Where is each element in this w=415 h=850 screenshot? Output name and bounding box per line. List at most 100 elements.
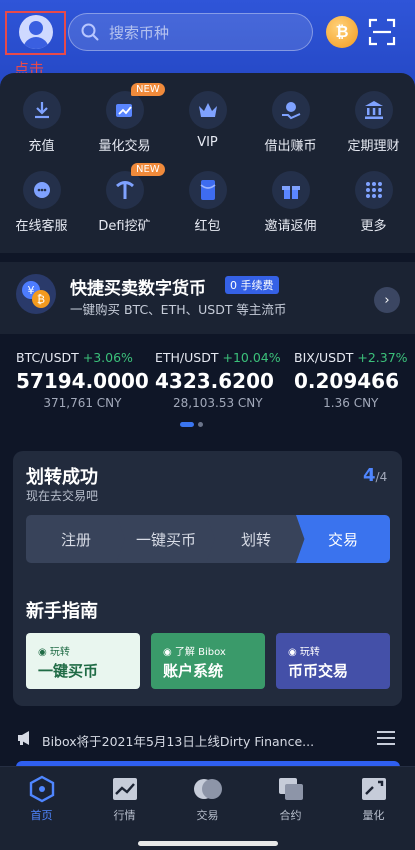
step-transfer[interactable]: 划转 xyxy=(206,515,306,563)
guide-card-title: 账户系统 xyxy=(163,662,224,680)
onboarding-subtitle: 现在去交易吧 xyxy=(26,489,99,503)
feature-item[interactable]: 邀请返佣 xyxy=(249,171,332,234)
feature-item[interactable]: 更多 xyxy=(332,171,415,234)
tab-label: 交易 xyxy=(196,809,219,822)
ticker-change: +2.37% xyxy=(357,350,408,365)
guide-card[interactable]: ◉ 玩转一键买币 xyxy=(26,633,140,689)
ticker-pair: BIX/USDT xyxy=(294,350,354,365)
megaphone-icon xyxy=(18,731,29,745)
avatar-highlight[interactable] xyxy=(5,11,66,55)
chevron-right-icon[interactable]: › xyxy=(374,287,400,313)
feature-label: 更多 xyxy=(360,219,387,234)
announcement-bar[interactable]: Bibox将于2021年5月13日上线Dirty Finance... xyxy=(0,715,415,760)
feature-item[interactable]: 定期理财 xyxy=(332,91,415,154)
support-icon xyxy=(22,171,61,209)
ticker-price: 0.209466 xyxy=(294,369,400,393)
trade-icon xyxy=(193,775,223,803)
quick-buy-title: 快捷买卖数字货币 xyxy=(70,279,206,299)
ticker-price: 4323.6200 xyxy=(155,369,274,393)
beginner-guide-title: 新手指南 xyxy=(26,601,98,622)
avatar[interactable] xyxy=(19,15,53,49)
feature-label: VIP xyxy=(197,135,218,150)
contract-icon xyxy=(276,775,306,803)
tab-item[interactable]: 合约 xyxy=(249,775,332,823)
ticker-change: +3.06% xyxy=(82,350,133,365)
ticker-cny: 1.36 CNY xyxy=(323,396,379,410)
feature-label: 在线客服 xyxy=(15,219,68,234)
feature-item[interactable]: 充值 xyxy=(0,91,83,154)
crown-icon xyxy=(188,91,227,129)
feature-item[interactable]: VIP xyxy=(166,91,249,150)
feature-item[interactable]: 在线客服 xyxy=(0,171,83,234)
quant-icon xyxy=(359,775,389,803)
guide-card-kicker: ◉ 玩转 xyxy=(288,647,320,658)
tab-label: 合约 xyxy=(279,809,302,822)
lend-icon xyxy=(271,91,310,129)
guide-card[interactable]: ◉ 玩转币币交易 xyxy=(276,633,390,689)
home-indicator xyxy=(138,841,278,846)
search-icon xyxy=(81,23,99,41)
search-input[interactable]: 搜索币种 xyxy=(68,13,313,51)
ticker-price: 57194.0000 xyxy=(16,369,149,393)
announcement-text: Bibox将于2021年5月13日上线Dirty Finance... xyxy=(42,734,315,749)
page-indicator xyxy=(180,422,203,427)
ticker-cny: 371,761 CNY xyxy=(43,396,122,410)
zero-fee-badge: 0 手续费 xyxy=(225,276,279,294)
tab-item[interactable]: 交易 xyxy=(166,775,249,823)
home-icon xyxy=(27,775,57,803)
bitcoin-coin-icon[interactable]: ₿ xyxy=(326,16,358,48)
tab-item[interactable]: 行情 xyxy=(83,775,166,823)
ticker-bix[interactable]: BIX/USDT +2.37% 0.209466 1.36 CNY xyxy=(294,350,408,410)
search-placeholder: 搜索币种 xyxy=(109,23,170,42)
new-badge: NEW xyxy=(131,83,165,96)
ticker-eth[interactable]: ETH/USDT +10.04% 4323.6200 28,103.53 CNY xyxy=(155,350,281,410)
scan-icon[interactable] xyxy=(368,18,396,46)
step-counter: 4/4 xyxy=(363,465,388,486)
deposit-icon xyxy=(22,91,61,129)
onboarding-card: 划转成功 现在去交易吧 4/4 注册 一键买币 划转 交易 新手指南 ◉ 玩转一… xyxy=(13,451,402,706)
feature-label: Defi挖矿 xyxy=(98,219,151,234)
feature-item[interactable]: 借出赚币 xyxy=(249,91,332,154)
onboarding-title: 划转成功 xyxy=(26,467,98,488)
guide-card-title: 一键买币 xyxy=(38,662,99,680)
feature-label: 邀请返佣 xyxy=(264,219,317,234)
feature-panel: 充值 NEW 量化交易 VIP 借出赚币 定期理财在线客服 NEW Defi挖矿 红包 邀请返佣 更… xyxy=(0,73,415,253)
ticker-btc[interactable]: BTC/USDT +3.06% 57194.0000 371,761 CNY xyxy=(16,350,149,410)
step-trade[interactable]: 交易 xyxy=(296,515,390,563)
guide-card-kicker: ◉ 了解 Bibox xyxy=(163,647,226,658)
ticker-pair: BTC/USDT xyxy=(16,350,79,365)
guide-card-title: 币币交易 xyxy=(288,662,349,680)
red-packet-icon xyxy=(188,171,227,209)
step-progress: 注册 一键买币 划转 交易 xyxy=(26,515,390,563)
feature-item[interactable]: NEW 量化交易 xyxy=(83,83,166,154)
market-icon xyxy=(110,775,140,803)
guide-card[interactable]: ◉ 了解 Bibox 账户系统 xyxy=(151,633,265,689)
tab-label: 量化 xyxy=(362,809,385,822)
bank-icon xyxy=(354,91,393,129)
guide-card-kicker: ◉ 玩转 xyxy=(38,647,70,658)
quick-buy-subtitle: 一键购买 BTC、ETH、USDT 等主流币 xyxy=(70,302,287,317)
quick-buy-logo-icon: ¥ ₿ xyxy=(16,274,56,314)
feature-label: 红包 xyxy=(194,219,221,234)
feature-label: 定期理财 xyxy=(347,139,400,154)
feature-label: 充值 xyxy=(28,139,55,154)
quick-buy-banner[interactable]: ¥ ₿ 快捷买卖数字货币 0 手续费 一键购买 BTC、ETH、USDT 等主流… xyxy=(0,262,415,334)
tab-item[interactable]: 量化 xyxy=(332,775,415,823)
ticker-pair: ETH/USDT xyxy=(155,350,219,365)
menu-icon[interactable] xyxy=(377,731,395,749)
step-one-click-buy[interactable]: 一键买币 xyxy=(116,515,216,563)
mining-icon xyxy=(105,171,144,209)
feature-label: 量化交易 xyxy=(98,139,151,154)
svg-text:₿: ₿ xyxy=(37,293,45,306)
gift-icon xyxy=(271,171,310,209)
feature-item[interactable]: 红包 xyxy=(166,171,249,234)
step-register[interactable]: 注册 xyxy=(26,515,126,563)
ticker-strip: BTC/USDT +3.06% 57194.0000 371,761 CNY E… xyxy=(0,344,415,439)
tab-item[interactable]: 首页 xyxy=(0,775,83,823)
quant-trade-icon xyxy=(105,91,144,129)
new-badge: NEW xyxy=(131,163,165,176)
ticker-change: +10.04% xyxy=(222,350,281,365)
tab-label: 行情 xyxy=(113,809,136,822)
feature-item[interactable]: NEW Defi挖矿 xyxy=(83,163,166,234)
tab-label: 首页 xyxy=(30,809,53,822)
